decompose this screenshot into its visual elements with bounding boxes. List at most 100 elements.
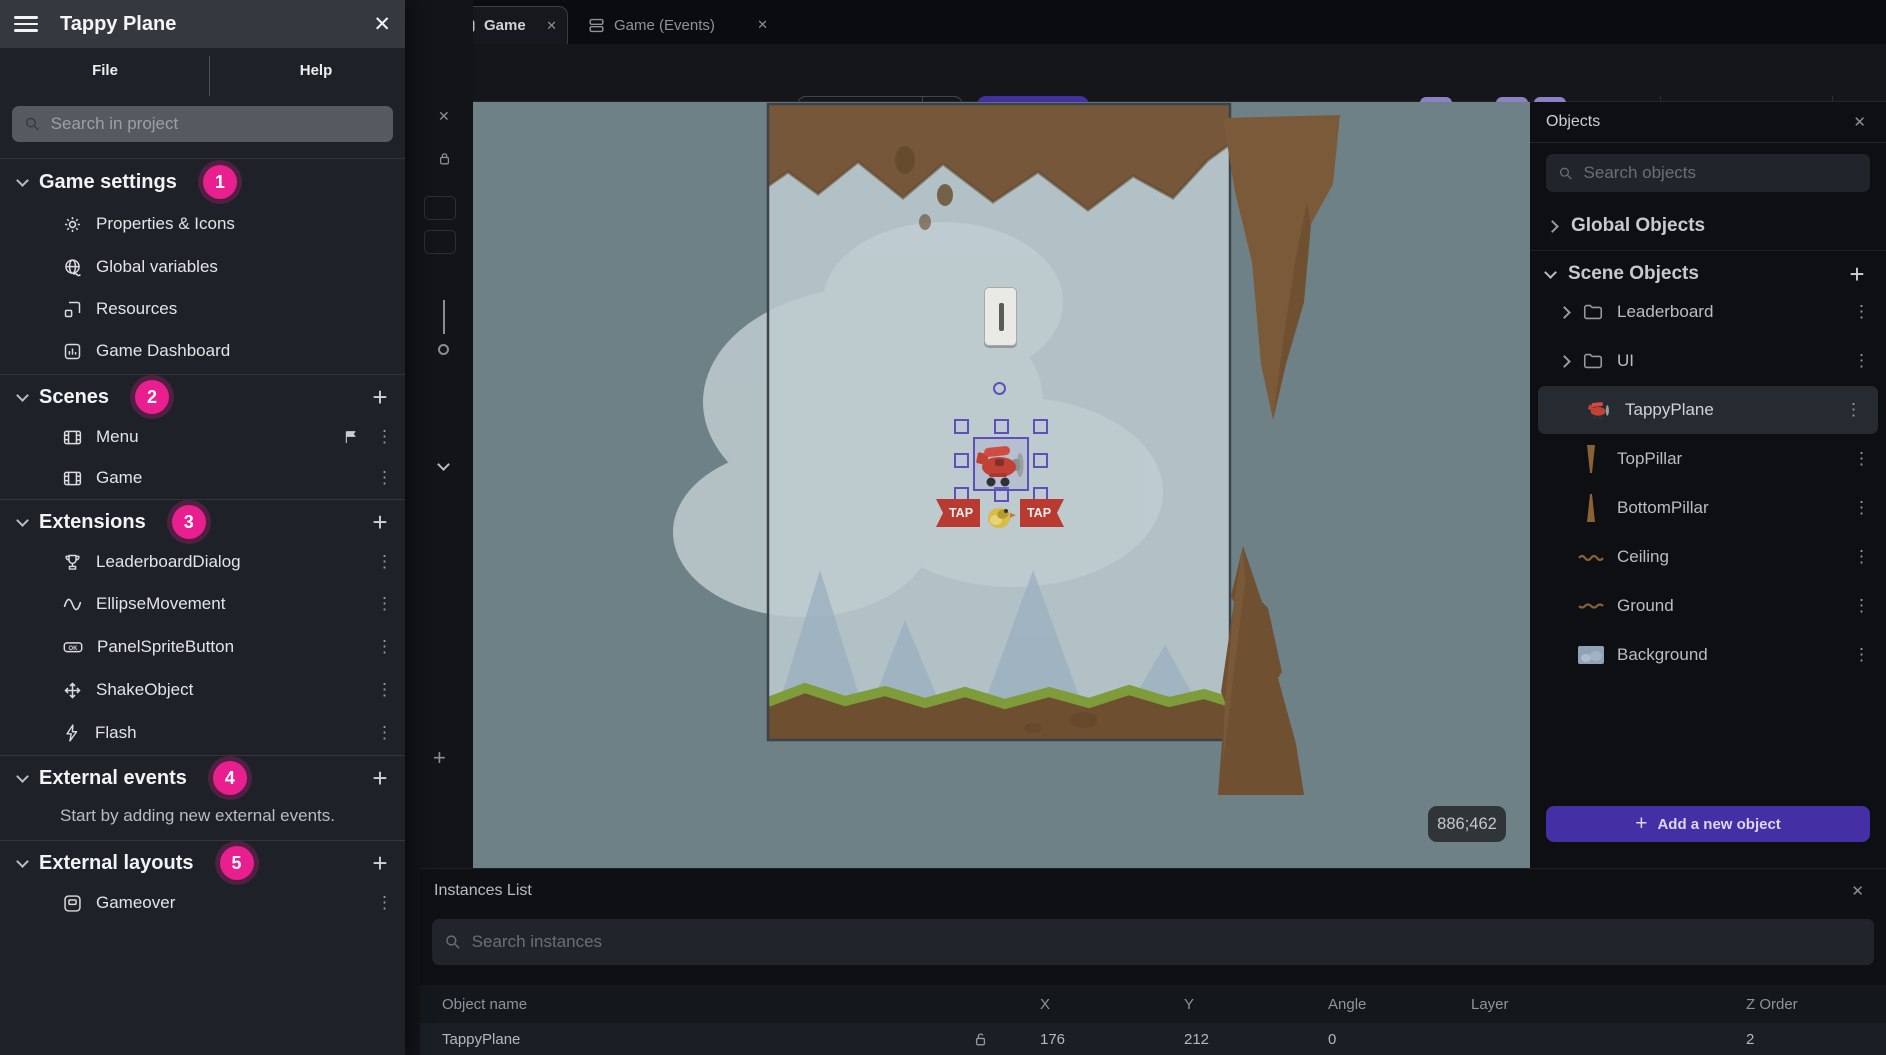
section-external-layouts[interactable]: External layouts 5 + — [0, 841, 405, 885]
item-scene-game[interactable]: Game ⋮ — [0, 457, 405, 499]
item-global-variables[interactable]: Global variables — [0, 246, 405, 288]
object-item-ceiling[interactable]: Ceiling ⋮ — [1530, 533, 1886, 581]
menu-file[interactable]: File — [60, 62, 150, 79]
object-menu-icon[interactable]: ⋮ — [1853, 498, 1870, 518]
object-item-toppillar[interactable]: TopPillar ⋮ — [1530, 435, 1886, 483]
resources-icon — [62, 299, 83, 320]
drawer-header: Tappy Plane ✕ — [0, 0, 405, 48]
object-item-bottompillar[interactable]: BottomPillar ⋮ — [1530, 484, 1886, 532]
col-y: Y — [1184, 996, 1328, 1013]
bottompillar-thumbnail — [1578, 494, 1604, 522]
tappyplane-thumbnail — [1586, 399, 1612, 421]
section-label: Scenes — [39, 386, 109, 409]
add-new-object-button[interactable]: + Add a new object — [1546, 806, 1870, 842]
instance-name: TappyPlane — [442, 1031, 972, 1048]
object-menu-icon[interactable]: ⋮ — [1853, 302, 1870, 322]
object-menu-icon[interactable]: ⋮ — [1853, 596, 1870, 616]
object-item-leaderboard[interactable]: Leaderboard ⋮ — [1530, 288, 1886, 336]
extension-menu-icon[interactable]: ⋮ — [376, 637, 393, 657]
instances-list-panel: Instances List ✕ Object name X Y Angle L… — [420, 868, 1886, 1055]
instance-angle: 0 — [1328, 1031, 1471, 1048]
hidden-panel-fragment — [424, 230, 456, 254]
objects-search-input[interactable] — [1584, 163, 1858, 183]
add-external-event-plus-icon[interactable]: + — [365, 763, 395, 794]
extension-menu-icon[interactable]: ⋮ — [376, 723, 393, 743]
tap-label: TAP — [1027, 506, 1051, 520]
step-badge-4: 4 — [213, 761, 247, 795]
extension-menu-icon[interactable]: ⋮ — [376, 594, 393, 614]
folder-icon — [1582, 350, 1604, 372]
object-menu-icon[interactable]: ⋮ — [1853, 645, 1870, 665]
project-search-input[interactable] — [51, 114, 381, 134]
scene-menu-icon[interactable]: ⋮ — [376, 468, 393, 488]
unlock-icon[interactable] — [972, 1031, 1040, 1048]
instance-row-tappyplane[interactable]: TappyPlane 176 212 0 2 — [420, 1023, 1886, 1055]
object-item-ui[interactable]: UI ⋮ — [1530, 337, 1886, 385]
selection-handle[interactable] — [954, 453, 969, 468]
selection-handle[interactable] — [954, 419, 969, 434]
add-scene-plus-icon[interactable]: + — [365, 382, 395, 413]
selection-handle[interactable] — [1033, 419, 1048, 434]
object-menu-icon[interactable]: ⋮ — [1853, 547, 1870, 567]
item-ext-leaderboarddialog[interactable]: LeaderboardDialog ⋮ — [0, 541, 405, 583]
item-ext-ellipsemovement[interactable]: EllipseMovement ⋮ — [0, 583, 405, 625]
section-scenes[interactable]: Scenes 2 + — [0, 375, 405, 419]
item-label: Properties & Icons — [96, 214, 235, 234]
selected-tappyplane-instance[interactable] — [973, 437, 1029, 491]
item-ext-shakeobject[interactable]: ShakeObject ⋮ — [0, 669, 405, 711]
col-angle: Angle — [1328, 996, 1471, 1013]
object-menu-icon[interactable]: ⋮ — [1845, 400, 1862, 420]
object-menu-icon[interactable]: ⋮ — [1853, 351, 1870, 371]
selection-rotate-handle[interactable] — [993, 382, 1006, 395]
tab-game-events[interactable]: Game (Events) ✕ — [577, 6, 778, 44]
item-ext-panelspritebutton[interactable]: OK PanelSpriteButton ⋮ — [0, 626, 405, 668]
item-label: EllipseMovement — [96, 594, 225, 614]
object-item-label: Ceiling — [1617, 547, 1669, 567]
gdevelop-app: ✕ Game ✕ Game (Events) ✕ Preview Share — [0, 0, 1886, 1055]
item-scene-menu[interactable]: Menu ⋮ — [0, 416, 405, 458]
hidden-panel-fragment — [424, 196, 456, 220]
divider — [1530, 250, 1886, 251]
item-label: Flash — [95, 723, 137, 743]
layout-menu-icon[interactable]: ⋮ — [376, 893, 393, 913]
item-properties-icons[interactable]: Properties & Icons — [0, 203, 405, 245]
bird-sprite — [985, 500, 1017, 532]
tab-game-events-close-icon[interactable]: ✕ — [757, 17, 768, 33]
objects-search[interactable] — [1546, 154, 1870, 192]
scene-menu-icon[interactable]: ⋮ — [376, 427, 393, 447]
hamburger-menu-icon[interactable] — [14, 12, 38, 36]
extension-menu-icon[interactable]: ⋮ — [376, 552, 393, 572]
item-ext-flash[interactable]: Flash ⋮ — [0, 712, 405, 754]
item-label: Global variables — [96, 257, 218, 277]
tab-game-close-icon[interactable]: ✕ — [546, 18, 557, 34]
item-resources[interactable]: Resources — [0, 288, 405, 330]
object-item-label: UI — [1617, 351, 1634, 371]
selection-handle[interactable] — [994, 419, 1009, 434]
selection-handle[interactable] — [1033, 453, 1048, 468]
hidden-panel-plus-icon[interactable]: + — [433, 745, 446, 771]
object-item-label: TopPillar — [1617, 449, 1682, 469]
object-item-ground[interactable]: Ground ⋮ — [1530, 582, 1886, 630]
add-external-layout-plus-icon[interactable]: + — [365, 848, 395, 879]
global-objects-section[interactable]: Global Objects — [1530, 206, 1886, 246]
section-external-events[interactable]: External events 4 + — [0, 756, 405, 800]
add-object-plus-icon[interactable]: + — [1842, 259, 1872, 290]
item-layout-gameover[interactable]: Gameover ⋮ — [0, 882, 405, 924]
hidden-panel-close-icon[interactable]: ✕ — [438, 108, 450, 125]
instances-list-close-icon[interactable]: ✕ — [1851, 882, 1864, 900]
item-game-dashboard[interactable]: Game Dashboard — [0, 330, 405, 372]
drawer-close-icon[interactable]: ✕ — [373, 12, 391, 37]
objects-panel-close-icon[interactable]: ✕ — [1853, 113, 1866, 131]
extension-menu-icon[interactable]: ⋮ — [376, 680, 393, 700]
object-menu-icon[interactable]: ⋮ — [1853, 449, 1870, 469]
section-game-settings[interactable]: Game settings 1 — [0, 160, 405, 204]
step-badge-3: 3 — [172, 505, 206, 539]
section-extensions[interactable]: Extensions 3 + — [0, 500, 405, 544]
project-search[interactable] — [12, 106, 393, 142]
object-item-background[interactable]: Background ⋮ — [1530, 631, 1886, 679]
instances-search-input[interactable] — [472, 932, 1862, 952]
menu-help[interactable]: Help — [270, 62, 362, 79]
instances-search[interactable] — [432, 919, 1874, 965]
object-item-tappyplane[interactable]: TappyPlane ⋮ — [1538, 386, 1878, 434]
add-extension-plus-icon[interactable]: + — [365, 507, 395, 538]
